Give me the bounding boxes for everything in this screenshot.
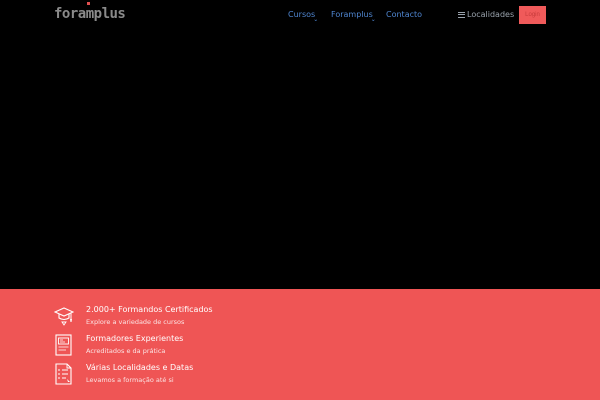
hamburger-icon [458, 11, 465, 18]
nav-item-label: Contacto [386, 10, 423, 19]
nav-item-foramplus[interactable]: Foramplus ⌄ [331, 10, 376, 23]
localidades-menu-button[interactable]: Localidades [458, 10, 514, 19]
graduation-cap-icon [54, 307, 74, 326]
feature-subtitle: Levamos a formação até si [86, 376, 174, 384]
nav-item-contacto[interactable]: Contacto [386, 10, 422, 19]
nav-item-label: Foramplus [331, 10, 373, 19]
document-list-icon [55, 363, 72, 385]
feature-subtitle: Acreditados e da prática [86, 347, 166, 355]
logo-text: foramplus [54, 6, 126, 22]
logo[interactable]: foramplus [54, 2, 126, 22]
feature-subtitle: Explore a variedade de cursos [86, 318, 185, 326]
chevron-down-icon: ⌄ [313, 16, 319, 23]
feature-title: 2.000+ Formandos Certificados [86, 305, 213, 314]
feature-title: Várias Localidades e Datas [86, 363, 194, 372]
site-header: foramplus Cursos ⌄ Foramplus ⌄ Contacto … [0, 0, 600, 32]
feature-title: Formadores Experientes [86, 334, 184, 343]
certificate-icon [55, 334, 72, 356]
nav-item-cursos[interactable]: Cursos ⌄ [288, 10, 318, 23]
localidades-label: Localidades [467, 10, 515, 19]
nav-item-label: Cursos [288, 10, 316, 19]
login-button[interactable]: Login [519, 6, 546, 24]
logo-accent-icon [87, 2, 90, 5]
chevron-down-icon: ⌄ [370, 16, 376, 23]
